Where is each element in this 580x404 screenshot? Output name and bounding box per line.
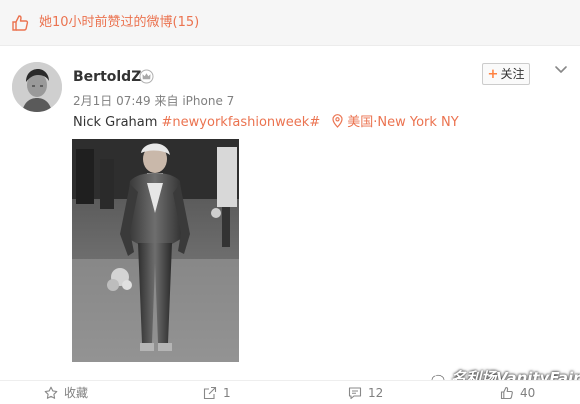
comment-icon — [348, 387, 362, 400]
username[interactable]: BertoldZ — [73, 68, 141, 86]
comment-count: 12 — [368, 386, 384, 400]
share-icon — [203, 386, 217, 400]
avatar[interactable] — [12, 62, 62, 112]
like-notice-bar: 她10小时前赞过的微博(15) — [0, 0, 580, 46]
plus-icon: + — [487, 66, 499, 82]
like-notice-text[interactable]: 她10小时前赞过的微博(15) — [39, 14, 199, 32]
share-count: 1 — [223, 386, 231, 400]
post-text: Nick Graham #newyorkfashionweek# 美国·New … — [73, 114, 459, 132]
runway-photo-image — [72, 139, 239, 362]
source-prefix: 来自 — [154, 94, 179, 108]
avatar-image — [12, 62, 62, 112]
thumbs-up-icon — [12, 15, 29, 31]
share-button[interactable]: 1 — [203, 385, 231, 401]
thumbs-up-icon — [500, 386, 513, 400]
favorite-label: 收藏 — [64, 386, 89, 400]
location-link[interactable]: 美国·New York NY — [347, 115, 458, 130]
chevron-down-icon[interactable] — [553, 63, 569, 75]
post-time[interactable]: 2月1日 07:49 — [73, 94, 151, 108]
follow-button[interactable]: + 关注 — [482, 63, 530, 85]
favorite-button[interactable]: 收藏 — [44, 385, 88, 401]
post-photo[interactable] — [72, 139, 239, 362]
post-body: Nick Graham — [73, 115, 162, 130]
comment-button[interactable]: 12 — [348, 385, 383, 401]
crown-icon[interactable] — [139, 69, 154, 84]
follow-label: 关注 — [500, 67, 525, 81]
hashtag-link[interactable]: #newyorkfashionweek# — [162, 115, 321, 130]
star-icon — [44, 386, 58, 399]
location-pin-icon — [332, 114, 343, 128]
post-meta: 2月1日 07:49 来自 iPhone 7 — [73, 93, 234, 109]
post-source[interactable]: iPhone 7 — [182, 94, 234, 108]
like-count: 40 — [520, 386, 536, 400]
like-button[interactable]: 40 — [500, 385, 535, 401]
post-actions-bar: 收藏 1 12 40 — [0, 380, 580, 404]
